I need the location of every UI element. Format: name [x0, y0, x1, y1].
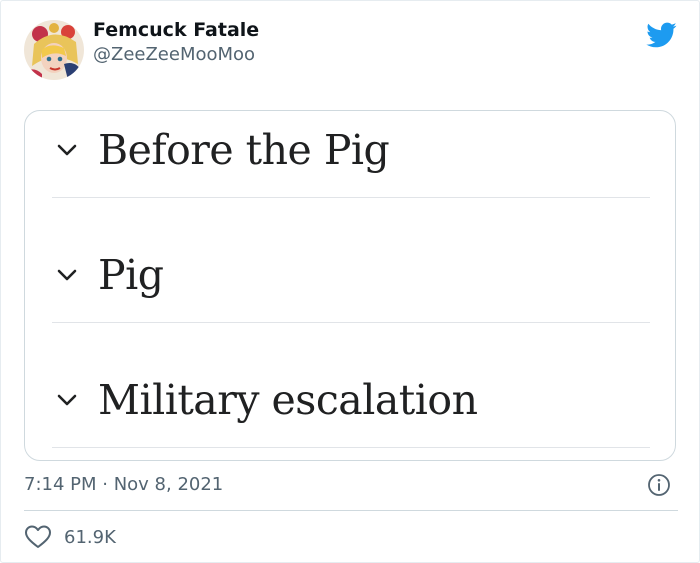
like-count: 61.9K — [64, 526, 116, 548]
toc-item-military-escalation: Military escalation — [52, 337, 650, 460]
chevron-down-icon — [57, 394, 77, 405]
display-name[interactable]: Femcuck Fatale — [93, 17, 259, 43]
tweet-header: Femcuck Fatale @ZeeZeeMooMoo — [24, 18, 259, 82]
tweet-media-image[interactable]: Before the Pig Pig Military escalation — [24, 110, 676, 461]
tweet-timestamp[interactable]: 7:14 PM · Nov 8, 2021 — [24, 471, 223, 499]
avatar[interactable] — [24, 20, 84, 80]
user-handle[interactable]: @ZeeZeeMooMoo — [93, 43, 259, 67]
info-icon[interactable] — [647, 473, 671, 497]
tweet-card: Femcuck Fatale @ZeeZeeMooMoo Before the … — [0, 0, 700, 563]
divider — [52, 197, 650, 198]
toc-item-pig: Pig — [52, 212, 650, 337]
author-names: Femcuck Fatale @ZeeZeeMooMoo — [93, 17, 259, 67]
divider — [52, 322, 650, 323]
chevron-down-icon — [57, 269, 77, 280]
toc-item-label: Military escalation — [98, 375, 478, 424]
chevron-down-icon — [57, 144, 77, 155]
toc-item-label: Pig — [98, 250, 164, 299]
divider — [24, 510, 678, 511]
like-button[interactable]: 61.9K — [24, 522, 116, 552]
heart-icon[interactable] — [24, 524, 52, 550]
twitter-bird-icon[interactable] — [645, 19, 677, 51]
toc-item-label: Before the Pig — [98, 125, 390, 174]
divider — [52, 447, 650, 448]
